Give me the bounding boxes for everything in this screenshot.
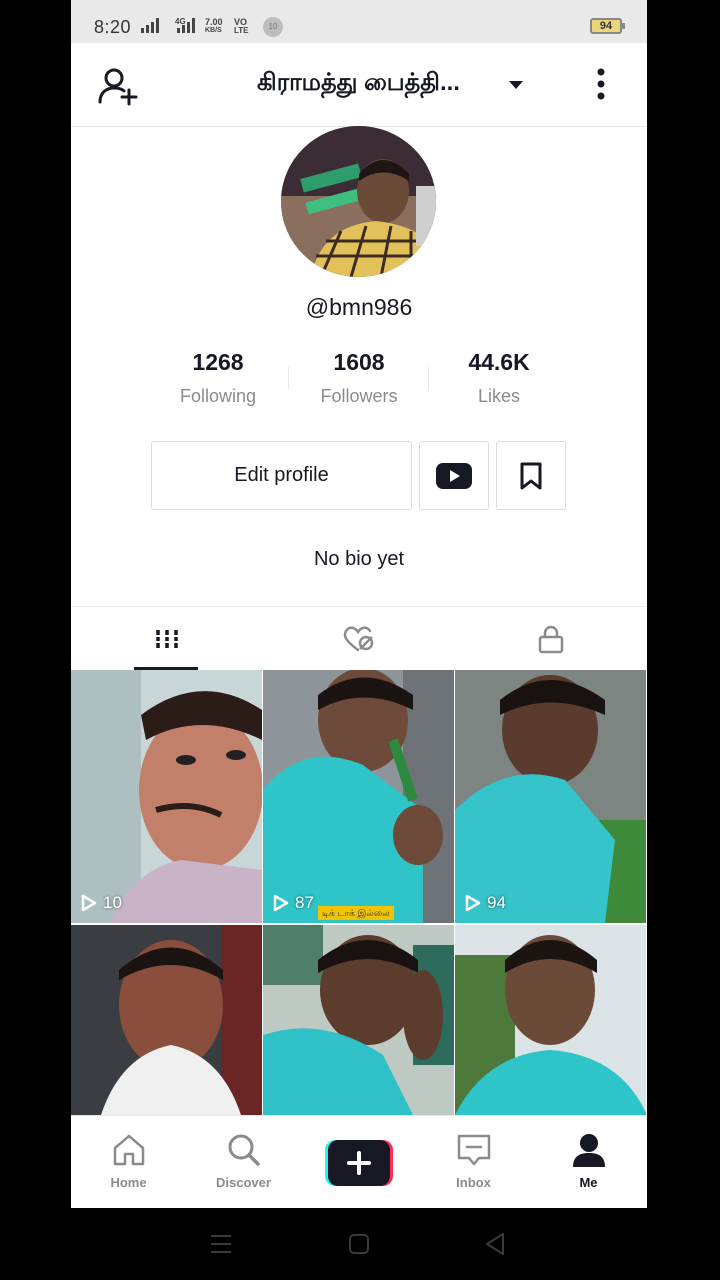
play-icon: [273, 894, 289, 912]
tab-private[interactable]: [455, 607, 647, 671]
inbox-icon: [457, 1134, 490, 1166]
status-time: 8:20: [94, 17, 132, 37]
system-navigation-bar: [0, 1208, 720, 1280]
volte-label: VO: [234, 17, 248, 27]
followers-count: 1608: [333, 349, 385, 375]
likes-label: Likes: [477, 386, 521, 406]
avatar[interactable]: [281, 126, 436, 277]
video-thumbnail-4[interactable]: [71, 925, 262, 1115]
search-icon: [228, 1134, 260, 1166]
video-thumbnail-5[interactable]: [263, 925, 454, 1115]
status-bar: 8:20 4G 7.00 KB/S VO LTE 10 94: [71, 0, 647, 43]
youtube-button[interactable]: [419, 441, 489, 510]
nav-home-label: Home: [110, 1175, 147, 1190]
view-count-text: 87: [295, 893, 314, 912]
caret-down-icon[interactable]: [509, 80, 523, 90]
username: @bmn986: [305, 294, 413, 320]
bio-text[interactable]: No bio yet: [71, 548, 647, 571]
speed-unit: KB/S: [205, 27, 222, 34]
video-grid: 10 87 டிக் டாக் இல்லை 94: [71, 670, 647, 1115]
nav-me[interactable]: Me: [531, 1116, 646, 1208]
heart-hidden-icon: [343, 626, 374, 652]
profile-icon: [572, 1134, 605, 1167]
view-count: 87: [273, 893, 314, 913]
create-video-button[interactable]: [325, 1140, 393, 1186]
video-thumbnail-2[interactable]: 87 டிக் டாக் இல்லை: [263, 670, 454, 923]
profile-header: கிராமத்து பைத்தி...: [71, 43, 647, 127]
stat-followers[interactable]: 1608 Followers: [294, 349, 424, 407]
nav-me-label: Me: [579, 1175, 598, 1190]
video-thumbnail-1[interactable]: 10: [71, 670, 262, 923]
account-title[interactable]: கிராமத்து பைத்தி...: [221, 69, 496, 99]
edit-profile-button[interactable]: Edit profile: [151, 441, 412, 510]
volte-lte-label: LTE: [234, 26, 249, 35]
view-count: 10: [81, 893, 122, 913]
view-count: 94: [465, 893, 506, 913]
nav-inbox[interactable]: Inbox: [416, 1116, 531, 1208]
nav-discover[interactable]: Discover: [186, 1116, 301, 1208]
play-icon: [81, 894, 97, 912]
add-user-icon[interactable]: [97, 65, 139, 107]
grid-icon: [155, 630, 179, 648]
play-icon: [465, 894, 481, 912]
signal-icon-2: [177, 17, 195, 33]
following-label: Following: [179, 386, 257, 406]
video-caption: டிக் டாக் இல்லை: [318, 906, 394, 920]
likes-count: 44.6K: [468, 349, 530, 375]
nav-inbox-label: Inbox: [456, 1175, 491, 1190]
phone-screen: 8:20 4G 7.00 KB/S VO LTE 10 94 கிராமத்து…: [71, 0, 647, 1208]
battery-icon: 94: [590, 18, 625, 34]
home-square-icon[interactable]: [348, 1233, 370, 1255]
stat-divider: [428, 367, 429, 389]
home-icon: [113, 1134, 144, 1166]
view-count-text: 10: [103, 893, 122, 912]
youtube-icon: [436, 462, 472, 489]
speed-value: 7.00: [205, 17, 223, 27]
profile-tabs: [71, 606, 647, 670]
following-count: 1268: [192, 349, 244, 375]
favorites-button[interactable]: [496, 441, 566, 510]
notification-badge: 10: [263, 17, 283, 37]
bookmark-icon: [520, 462, 542, 489]
stat-divider: [288, 367, 289, 389]
video-thumbnail-6[interactable]: [455, 925, 646, 1115]
menu-icon[interactable]: [210, 1234, 232, 1254]
nav-home[interactable]: Home: [71, 1116, 186, 1208]
nav-discover-label: Discover: [216, 1175, 271, 1190]
back-icon[interactable]: [484, 1232, 506, 1256]
more-vertical-icon[interactable]: [595, 67, 607, 101]
followers-label: Followers: [320, 386, 398, 406]
lock-icon: [538, 625, 564, 654]
video-thumbnail-3[interactable]: 94: [455, 670, 646, 923]
signal-icon: [141, 17, 159, 33]
view-count-text: 94: [487, 893, 506, 912]
tab-liked[interactable]: [263, 607, 455, 671]
stat-likes[interactable]: 44.6K Likes: [434, 349, 564, 407]
stat-following[interactable]: 1268 Following: [153, 349, 283, 407]
bottom-navigation: Home Discover Inbox Me: [71, 1115, 647, 1208]
tab-videos[interactable]: [71, 607, 263, 671]
